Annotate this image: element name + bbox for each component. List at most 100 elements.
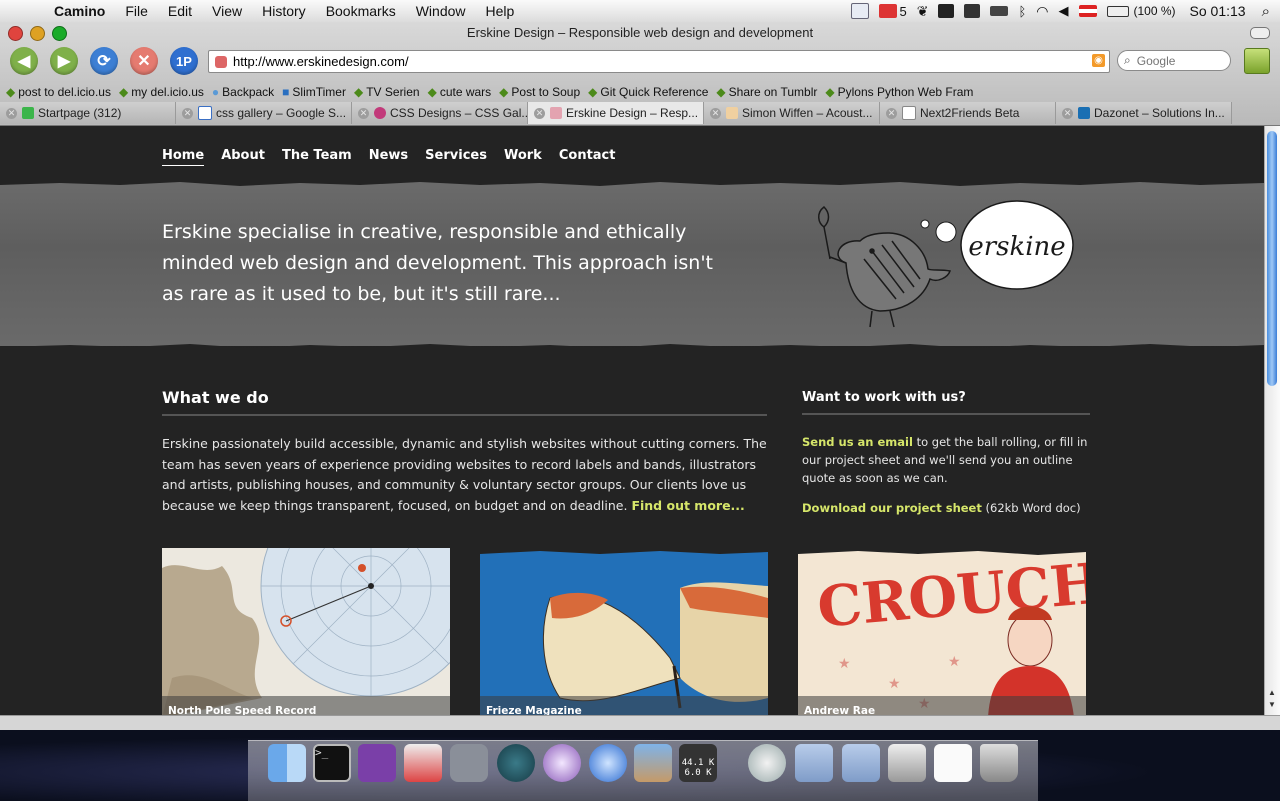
page-favicon-icon (902, 106, 916, 120)
svg-text:★: ★ (888, 676, 901, 692)
portfolio-item-north-pole[interactable]: North Pole Speed Record (162, 548, 450, 715)
tab-css-gallery[interactable]: ✕ css gallery – Google S... (176, 102, 352, 124)
bookmark-item[interactable]: ◆ Share on Tumblr (716, 85, 817, 99)
bookmark-item[interactable]: ■ SlimTimer (282, 85, 346, 99)
nav-news[interactable]: News (369, 148, 408, 166)
back-button[interactable]: ◀ (10, 47, 38, 75)
erskine-bird-logo[interactable]: erskine (800, 199, 1090, 334)
menu-bookmarks[interactable]: Bookmarks (326, 3, 396, 19)
portfolio-caption: Frieze Magazine (480, 696, 768, 715)
nav-contact[interactable]: Contact (559, 148, 616, 166)
search-icon[interactable]: ⌕ (1124, 53, 1131, 68)
tab-startpage[interactable]: ✕ Startpage (312) (0, 102, 176, 124)
iphoto-icon[interactable] (634, 744, 672, 782)
bookmarklet-icon: ◆ (499, 84, 509, 99)
preview-icon[interactable] (934, 744, 972, 782)
bookmark-item[interactable]: ◆ TV Serien (354, 85, 420, 99)
send-email-link[interactable]: Send us an email (802, 435, 913, 449)
menu-history[interactable]: History (262, 3, 306, 19)
close-tab-icon[interactable]: ✕ (886, 107, 897, 119)
system-preferences-icon[interactable] (450, 744, 488, 782)
wifi-icon[interactable]: ◠ (1036, 3, 1048, 20)
menu-view[interactable]: View (212, 3, 242, 19)
trash-icon[interactable] (980, 744, 1018, 782)
disk-icon[interactable] (888, 744, 926, 782)
bookmark-item[interactable]: ◆ post to del.icio.us (6, 85, 111, 99)
tab-dazonet[interactable]: ✕ Dazonet – Solutions In... (1056, 102, 1232, 124)
menubar: Camino File Edit View History Bookmarks … (0, 0, 1280, 23)
menu-window[interactable]: Window (416, 3, 466, 19)
nav-home[interactable]: Home (162, 148, 205, 166)
finder-icon[interactable] (268, 744, 306, 782)
gmail-icon[interactable] (878, 4, 897, 18)
bookmarklet-icon: ◆ (588, 84, 598, 99)
battery-icon[interactable] (1106, 5, 1129, 17)
reload-button[interactable]: ⟳ (90, 47, 118, 75)
toolbar-toggle-button[interactable] (1250, 27, 1270, 39)
close-tab-icon[interactable]: ✕ (358, 107, 369, 119)
calendar-icon[interactable] (850, 3, 869, 19)
close-tab-icon[interactable]: ✕ (534, 107, 545, 119)
tab-css-designs[interactable]: ✕ CSS Designs – CSS Gal... (352, 102, 528, 124)
rss-icon[interactable]: ◉ (1092, 54, 1105, 67)
close-tab-icon[interactable]: ✕ (1062, 107, 1073, 119)
time-machine-icon[interactable] (497, 744, 535, 782)
onepassword-button[interactable]: 1P (170, 47, 198, 75)
scroll-arrows-icon[interactable]: ▲ ▼ (1267, 687, 1277, 711)
documents-folder-icon[interactable] (795, 744, 833, 782)
find-out-more-link[interactable]: Find out more... (631, 498, 744, 513)
nav-the-team[interactable]: The Team (282, 148, 352, 166)
network-monitor-icon[interactable]: 44.1 K 6.0 K (679, 744, 717, 782)
url-bar[interactable]: http://www.erskinedesign.com/ ◉ (208, 50, 1110, 73)
volume-icon[interactable]: ◀ (1059, 3, 1069, 19)
terminal-icon[interactable]: >_ (313, 744, 351, 782)
close-tab-icon[interactable]: ✕ (182, 107, 193, 119)
tab-next2friends[interactable]: ✕ Next2Friends Beta (880, 102, 1056, 124)
menu-edit[interactable]: Edit (168, 3, 192, 19)
spotlight-icon[interactable]: ⌕ (1262, 3, 1270, 20)
clock[interactable]: So 01:13 (1190, 3, 1246, 19)
browser-chrome: Erskine Design – Responsible web design … (0, 22, 1280, 126)
bookmark-item[interactable]: ◆ cute wars (428, 85, 492, 99)
display-icon[interactable] (964, 4, 981, 18)
bookmark-item[interactable]: ◆ Git Quick Reference (588, 85, 708, 99)
textmate-icon[interactable] (358, 744, 396, 782)
nav-about[interactable]: About (221, 148, 265, 166)
vertical-scrollbar[interactable]: ▲ ▼ (1264, 126, 1280, 715)
paw-icon[interactable]: ❦ (917, 3, 929, 20)
download-project-sheet-link[interactable]: Download our project sheet (802, 501, 982, 515)
grid-icon[interactable] (938, 4, 955, 18)
close-tab-icon[interactable]: ✕ (6, 107, 17, 119)
bookmark-item[interactable]: ◆ Pylons Python Web Fram (825, 85, 973, 99)
mail-icon[interactable] (748, 744, 786, 782)
bookmarklet-icon: ◆ (6, 84, 16, 99)
nav-work[interactable]: Work (504, 148, 542, 166)
bookmarks-icon[interactable] (1244, 48, 1270, 74)
menu-app-name[interactable]: Camino (54, 3, 105, 19)
search-field[interactable]: ⌕ (1117, 50, 1231, 71)
url-text[interactable]: http://www.erskinedesign.com/ (233, 54, 409, 69)
cssedit-icon[interactable] (404, 744, 442, 782)
bluetooth-icon[interactable]: ᛒ (1018, 4, 1026, 19)
menu-file[interactable]: File (125, 3, 148, 19)
chip-icon[interactable] (990, 6, 1009, 16)
tab-simon-wiffen[interactable]: ✕ Simon Wiffen – Acoust... (704, 102, 880, 124)
scrollbar-thumb[interactable] (1267, 131, 1277, 386)
menu-help[interactable]: Help (486, 3, 515, 19)
portfolio-item-andrew-rae[interactable]: CROUCH ★★★★ Andrew Rae (798, 548, 1086, 715)
movies-folder-icon[interactable] (842, 744, 880, 782)
portfolio-item-frieze[interactable]: Frieze Magazine (480, 548, 768, 715)
close-tab-icon[interactable]: ✕ (710, 107, 721, 119)
work-with-us-section: Want to work with us? Send us an email t… (802, 390, 1090, 517)
nav-services[interactable]: Services (425, 148, 487, 166)
adium-icon[interactable] (543, 744, 581, 782)
bookmark-item[interactable]: ● Backpack (212, 85, 274, 99)
stop-button[interactable]: ✕ (130, 47, 158, 75)
search-input[interactable] (1134, 52, 1219, 69)
flag-icon[interactable] (1078, 5, 1097, 17)
bookmark-item[interactable]: ◆ my del.icio.us (119, 85, 204, 99)
forward-button[interactable]: ▶ (50, 47, 78, 75)
tab-erskine-design[interactable]: ✕ Erskine Design – Resp... (528, 102, 704, 124)
camino-icon[interactable] (589, 744, 627, 782)
bookmark-item[interactable]: ◆ Post to Soup (499, 85, 580, 99)
